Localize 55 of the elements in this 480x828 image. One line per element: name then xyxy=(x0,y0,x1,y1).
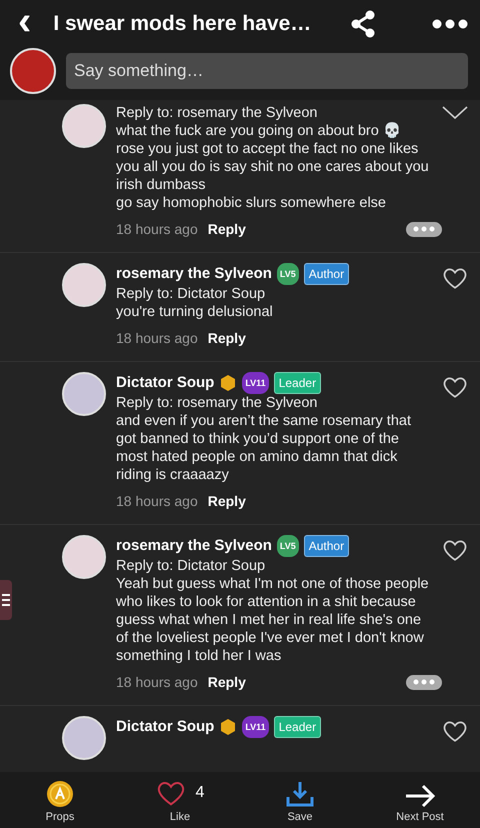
post-title: I swear mods here have… xyxy=(53,12,312,36)
commenter-name[interactable]: Dictator Soup xyxy=(116,374,214,392)
reply-button[interactable]: Reply xyxy=(208,674,246,690)
comment-input[interactable]: Say something… xyxy=(66,53,468,89)
more-button[interactable] xyxy=(432,19,468,29)
reply-button[interactable]: Reply xyxy=(208,330,246,346)
role-tag: Leader xyxy=(274,372,322,394)
comment-time: 18 hours ago xyxy=(116,673,198,691)
commenter-avatar[interactable] xyxy=(62,104,106,148)
coin-icon xyxy=(46,780,74,808)
level-badge: LV5 xyxy=(276,535,299,557)
arrow-right-icon xyxy=(404,784,436,808)
commenter-avatar[interactable] xyxy=(62,535,106,579)
comment-time: 18 hours ago xyxy=(116,329,198,347)
like-tab[interactable]: 4 Like xyxy=(120,772,240,828)
role-tag: Author xyxy=(304,263,350,285)
commenter-name[interactable]: Dictator Soup xyxy=(116,718,214,736)
commenter-avatar[interactable] xyxy=(62,716,106,760)
reply-button[interactable]: Reply xyxy=(208,221,246,237)
comment-time: 18 hours ago xyxy=(116,220,198,238)
reply-to-text: Reply to: Dictator Soup xyxy=(116,557,266,575)
user-avatar[interactable] xyxy=(10,48,56,94)
save-tab[interactable]: Save xyxy=(240,772,360,828)
level-badge: LV11 xyxy=(242,716,269,738)
reply-to-text: Reply to: Dictator Soup xyxy=(116,285,266,303)
comment-text: you're turning delusional xyxy=(116,303,274,321)
chevron-down-icon[interactable] xyxy=(442,106,468,120)
hexagon-badge-icon xyxy=(219,718,238,736)
comment-text: what the fuck are you going on about bro 💀 rose you just got to accept the fact no one likes you all you do is say shit no one cares about you irish dumbass go say homophobic slurs somewhere else xyxy=(116,122,430,212)
role-tag: Leader xyxy=(274,716,322,738)
dots-icon xyxy=(413,226,435,232)
reply-button[interactable]: Reply xyxy=(208,493,246,509)
hexagon-badge-icon xyxy=(219,374,238,392)
level-badge: LV11 xyxy=(242,372,269,394)
back-button[interactable]: ‹ xyxy=(14,3,42,45)
like-count: 4 xyxy=(196,784,204,802)
reply-to-text: Reply to: rosemary the Sylveon xyxy=(116,104,318,122)
next-tab[interactable]: Next Post xyxy=(360,772,480,828)
share-button[interactable] xyxy=(350,10,376,38)
download-icon xyxy=(285,780,315,808)
level-badge: LV5 xyxy=(276,263,299,285)
dots-icon xyxy=(413,679,435,685)
more-options-button[interactable] xyxy=(406,222,442,236)
commenter-avatar[interactable] xyxy=(62,263,106,307)
side-menu-handle[interactable] xyxy=(0,580,12,620)
reply-to-text: Reply to: rosemary the Sylveon xyxy=(116,394,318,412)
props-tab[interactable]: Props xyxy=(0,772,120,828)
comment-text: and even if you aren’t the same rosemary that got banned to think you’d support one of the most hated people on amino damn that dick riding is craaaazy xyxy=(116,412,412,484)
comment-text: Yeah but guess what I'm not one of those people who likes to look for attention in a shit because guess what when I met her in real life she's one of the loveliest people I've ever met I don't know something I told her I was xyxy=(116,575,430,665)
more-options-button[interactable] xyxy=(406,674,442,690)
commenter-avatar[interactable] xyxy=(62,372,106,416)
comment-time: 18 hours ago xyxy=(116,492,198,510)
commenter-name[interactable]: rosemary the Sylveon xyxy=(116,265,272,283)
commenter-name[interactable]: rosemary the Sylveon xyxy=(116,537,272,555)
role-tag: Author xyxy=(304,535,350,557)
